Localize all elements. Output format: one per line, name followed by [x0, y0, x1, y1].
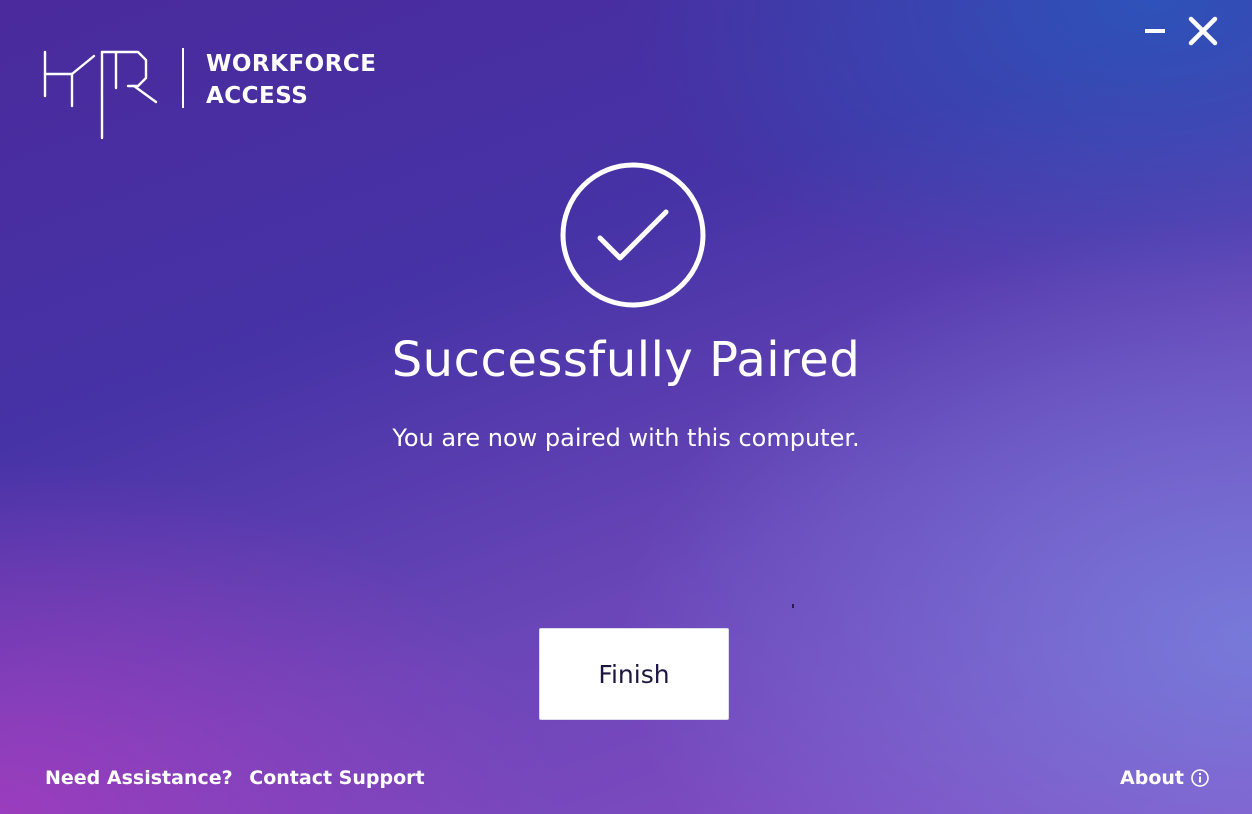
- close-icon: [1188, 16, 1218, 46]
- finish-button[interactable]: Finish: [539, 628, 729, 720]
- product-name-line1: WORKFORCE: [206, 51, 377, 77]
- logo-divider: [182, 48, 184, 108]
- status-message: You are now paired with this computer.: [392, 424, 860, 452]
- close-button[interactable]: [1184, 12, 1222, 50]
- product-name-line2: ACCESS: [206, 83, 309, 109]
- page-title: Successfully Paired: [391, 332, 861, 388]
- product-name: WORKFORCE ACCESS: [206, 48, 377, 112]
- success-status-icon: [558, 160, 708, 310]
- window-controls: [1136, 12, 1222, 50]
- minimize-button[interactable]: [1136, 12, 1174, 50]
- contact-support-link[interactable]: Contact Support: [249, 767, 424, 789]
- about-label: About: [1120, 767, 1184, 789]
- hypr-logo-icon: [43, 50, 158, 140]
- stray-mark: [792, 604, 794, 608]
- app-logo: WORKFORCE ACCESS: [42, 44, 377, 142]
- check-circle-icon: [560, 162, 706, 308]
- minimize-icon: [1145, 29, 1165, 33]
- about-link[interactable]: About: [1120, 764, 1210, 792]
- app-window: WORKFORCE ACCESS Successfully Paired You…: [0, 0, 1252, 814]
- assistance-text: Need Assistance?: [45, 767, 233, 789]
- info-icon: [1190, 768, 1210, 788]
- support-footer: Need Assistance? Contact Support: [45, 764, 425, 792]
